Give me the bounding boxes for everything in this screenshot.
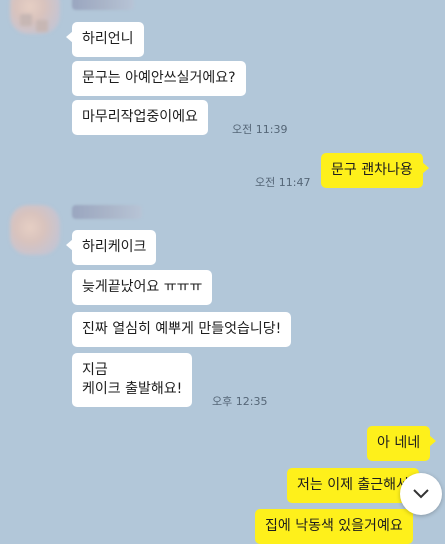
avatar[interactable] [10, 0, 60, 34]
message-bubble[interactable]: 하리언니 [66, 22, 144, 57]
message-bubble[interactable]: 지금 케이크 출발해요! [72, 353, 193, 407]
my-message-bubble[interactable]: 아 네네 [367, 426, 437, 461]
message-timestamp: 오후 12:35 [212, 395, 268, 408]
message-timestamp: 오전 11:47 [255, 176, 311, 189]
message-timestamp: 오전 11:39 [232, 123, 288, 136]
message-bubble[interactable]: 늦게끝났어요 ㅠㅠㅠ [72, 270, 213, 305]
sender-name-blurred [72, 0, 134, 10]
message-bubble[interactable]: 진짜 열심히 예뿌게 만들엇습니당! [72, 312, 292, 347]
my-message-bubble[interactable]: 저는 이제 출근해서 [287, 468, 419, 503]
message-bubble[interactable]: 마무리작업중이에요 [72, 100, 208, 135]
my-message-bubble[interactable]: 문구 괜차나용 [321, 153, 429, 188]
message-bubble[interactable]: 하리케이크 [65, 230, 157, 265]
chevron-down-icon [412, 485, 430, 504]
avatar[interactable] [10, 205, 60, 255]
message-bubble[interactable]: 문구는 아예안쓰실거에요? [72, 61, 246, 96]
my-message-bubble[interactable]: 집에 낙동색 있을거예요 [255, 509, 413, 544]
sender-name-blurred [72, 205, 142, 219]
scroll-down-button[interactable] [400, 473, 442, 515]
